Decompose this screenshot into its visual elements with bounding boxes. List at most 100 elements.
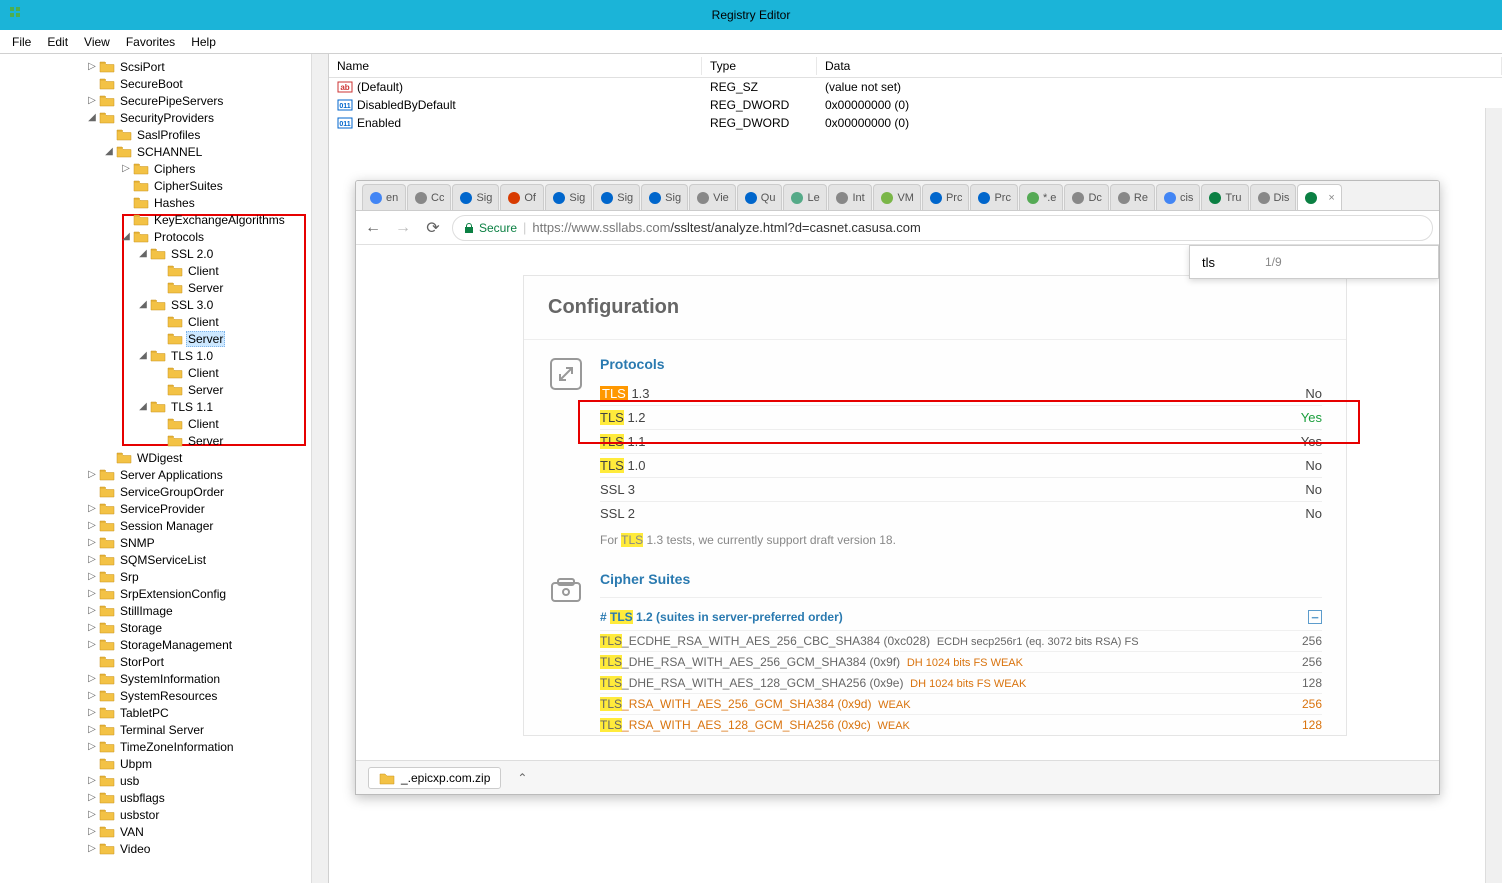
tree-node[interactable]: ▷Video [0, 840, 328, 857]
tree-node[interactable]: ▷usbflags [0, 789, 328, 806]
tree-node[interactable]: ▷ServiceProvider [0, 500, 328, 517]
browser-tab[interactable]: Dc [1064, 184, 1108, 210]
tree-expander[interactable]: ▷ [85, 61, 99, 72]
menu-file[interactable]: File [4, 33, 39, 51]
tree-expander[interactable]: ▷ [85, 673, 99, 684]
tree-node[interactable]: ▷usbstor [0, 806, 328, 823]
find-in-page-bar[interactable]: tls 1/9 [1189, 245, 1439, 279]
tree-expander[interactable]: ◢ [136, 350, 150, 361]
tree-node[interactable]: Server [0, 381, 328, 398]
browser-tab[interactable]: Sig [452, 184, 499, 210]
tree-expander[interactable]: ▷ [85, 809, 99, 820]
download-chip[interactable]: _.epicxp.com.zip [368, 767, 501, 789]
browser-tabstrip[interactable]: enCcSigOfSigSigSigVieQuLeIntVMPrcPrc*.eD… [356, 181, 1439, 211]
tree-node[interactable]: SecureBoot [0, 75, 328, 92]
tree-expander[interactable]: ▷ [85, 588, 99, 599]
download-chevron[interactable]: ⌃ [509, 767, 535, 789]
tree-expander[interactable]: ▷ [119, 163, 133, 174]
tree-node[interactable]: ▷ScsiPort [0, 58, 328, 75]
tree-expander[interactable]: ◢ [102, 146, 116, 157]
tree-node[interactable]: Client [0, 313, 328, 330]
tree-node[interactable]: ◢SSL 2.0 [0, 245, 328, 262]
tree-node[interactable]: ▷Storage [0, 619, 328, 636]
tree-expander[interactable]: ▷ [85, 503, 99, 514]
tree-node[interactable]: ServiceGroupOrder [0, 483, 328, 500]
collapse-button[interactable]: − [1308, 610, 1322, 624]
browser-tab[interactable]: Re [1110, 184, 1155, 210]
browser-tab[interactable]: Qu [737, 184, 783, 210]
tree-expander[interactable]: ▷ [85, 537, 99, 548]
browser-tab[interactable]: Dis [1250, 184, 1297, 210]
tree-expander[interactable]: ▷ [85, 554, 99, 565]
menu-favorites[interactable]: Favorites [118, 33, 183, 51]
menu-help[interactable]: Help [183, 33, 224, 51]
browser-tab[interactable]: Vie [689, 184, 736, 210]
tree-node[interactable]: ▷Session Manager [0, 517, 328, 534]
tree-expander[interactable]: ▷ [85, 639, 99, 650]
tree-expander[interactable]: ◢ [136, 299, 150, 310]
browser-tab[interactable]: Sig [641, 184, 688, 210]
col-type[interactable]: Type [702, 57, 817, 75]
reload-button[interactable]: ⟳ [422, 217, 444, 239]
browser-tab[interactable]: cis [1156, 184, 1200, 210]
tree-expander[interactable]: ◢ [136, 248, 150, 259]
tree-node[interactable]: ▷Terminal Server [0, 721, 328, 738]
tree-expander[interactable]: ▷ [85, 843, 99, 854]
value-row[interactable]: ab(Default)REG_SZ(value not set) [329, 78, 1502, 96]
browser-tab[interactable]: *.e [1019, 184, 1063, 210]
right-scrollbar[interactable] [1485, 108, 1502, 883]
menu-view[interactable]: View [76, 33, 118, 51]
tab-close[interactable]: × [1328, 192, 1334, 204]
tree-node[interactable]: ▷usb [0, 772, 328, 789]
browser-tab[interactable]: Cc [407, 184, 451, 210]
tree-node[interactable]: ▷SrpExtensionConfig [0, 585, 328, 602]
tree-node[interactable]: ▷SecurePipeServers [0, 92, 328, 109]
tree-node[interactable]: Server [0, 330, 328, 347]
tree-expander[interactable]: ▷ [85, 571, 99, 582]
tree-expander[interactable]: ▷ [85, 605, 99, 616]
tree-node[interactable]: Client [0, 415, 328, 432]
value-row[interactable]: 011EnabledREG_DWORD0x00000000 (0) [329, 114, 1502, 132]
tree-node[interactable]: Ubpm [0, 755, 328, 772]
tree-node[interactable]: ◢SCHANNEL [0, 143, 328, 160]
tree-node[interactable]: ▷TimeZoneInformation [0, 738, 328, 755]
tree-node[interactable]: ▷VAN [0, 823, 328, 840]
tree-expander[interactable]: ▷ [85, 95, 99, 106]
col-data[interactable]: Data [817, 57, 1502, 75]
tree-expander[interactable]: ▷ [85, 622, 99, 633]
browser-tab[interactable]: Sig [545, 184, 592, 210]
tree-node[interactable]: StorPort [0, 653, 328, 670]
tree-node[interactable]: KeyExchangeAlgorithms [0, 211, 328, 228]
browser-tab[interactable]: Prc [970, 184, 1018, 210]
forward-button[interactable]: → [392, 217, 414, 239]
browser-tab[interactable]: en [362, 184, 406, 210]
tree-expander[interactable]: ▷ [85, 792, 99, 803]
tree-node[interactable]: ▷SystemInformation [0, 670, 328, 687]
tree-expander[interactable]: ◢ [136, 401, 150, 412]
menu-edit[interactable]: Edit [39, 33, 76, 51]
tree-node[interactable]: ◢SSL 3.0 [0, 296, 328, 313]
tree-expander[interactable]: ▷ [85, 826, 99, 837]
tree-node[interactable]: Client [0, 364, 328, 381]
col-name[interactable]: Name [329, 57, 702, 75]
tree-node[interactable]: ◢Protocols [0, 228, 328, 245]
tree-expander[interactable]: ▷ [85, 775, 99, 786]
tree-expander[interactable]: ▷ [85, 469, 99, 480]
tree-node[interactable]: ▷SQMServiceList [0, 551, 328, 568]
address-bar[interactable]: Secure | https://www.ssllabs.com/ssltest… [452, 215, 1433, 241]
tree-node[interactable]: ▷StillImage [0, 602, 328, 619]
tree-expander[interactable]: ▷ [85, 707, 99, 718]
back-button[interactable]: ← [362, 217, 384, 239]
tree-node[interactable]: ▷Ciphers [0, 160, 328, 177]
tree-node[interactable]: Server [0, 432, 328, 449]
tree-node[interactable]: Client [0, 262, 328, 279]
value-row[interactable]: 011DisabledByDefaultREG_DWORD0x00000000 … [329, 96, 1502, 114]
tree-expander[interactable]: ▷ [85, 724, 99, 735]
registry-tree[interactable]: ▷ScsiPortSecureBoot▷SecurePipeServers ◢ Se… [0, 54, 329, 883]
tree-node[interactable]: ▷SystemResources [0, 687, 328, 704]
tree-node[interactable]: ◢TLS 1.0 [0, 347, 328, 364]
tree-expander[interactable]: ▷ [85, 520, 99, 531]
browser-tab[interactable]: Sig [593, 184, 640, 210]
browser-tab[interactable]: × [1297, 184, 1341, 210]
browser-tab[interactable]: Of [500, 184, 544, 210]
